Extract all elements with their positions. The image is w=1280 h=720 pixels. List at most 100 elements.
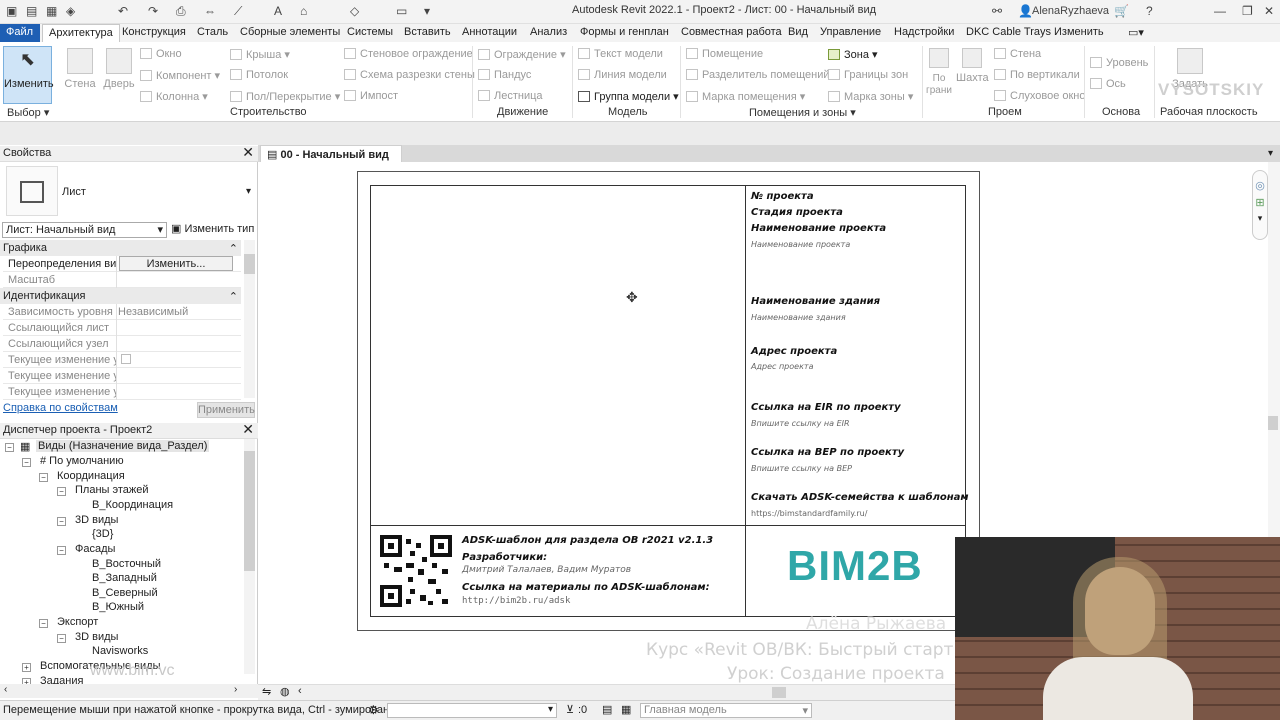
modify-button[interactable]: ⬉ Изменить (3, 46, 54, 104)
close-properties-icon[interactable]: ✕ (242, 144, 254, 161)
scroll-left-icon[interactable]: ‹ (298, 685, 302, 697)
ceiling-button[interactable]: Потолок (230, 69, 288, 81)
window-button[interactable]: Окно (140, 48, 182, 60)
category-graphics[interactable]: Графика ⌃ (0, 240, 241, 256)
property-row[interactable]: Масштаб (3, 272, 241, 288)
steering-wheel-icon[interactable]: ◎ (1253, 179, 1267, 192)
tab-precast[interactable]: Сборные элементы (240, 26, 340, 38)
curtain-wall-button[interactable]: Стеновое ограждение (344, 48, 473, 60)
navigation-bar[interactable]: ◎ ⊞ ▾ (1252, 170, 1268, 240)
tree-item[interactable]: Планы этажей (75, 484, 149, 496)
tab-menu-icon[interactable]: ▾ (1268, 148, 1273, 159)
grid-button[interactable]: Ось (1090, 78, 1126, 90)
edit-options-icon[interactable]: ▦ (621, 703, 631, 716)
door-button[interactable]: Дверь (102, 48, 136, 90)
section-icon[interactable]: ◇ (350, 4, 359, 19)
tree-item[interactable]: 3D виды (75, 631, 118, 643)
area-tag-button[interactable]: Марка зоны ▾ (828, 90, 913, 103)
filter-icon[interactable]: ⊻ (566, 703, 574, 716)
properties-help-link[interactable]: Справка по свойствам (3, 402, 118, 414)
room-separator-button[interactable]: Разделитель помещений (686, 69, 830, 81)
user-name[interactable]: AlenaRyzhaeva (1032, 4, 1109, 19)
tree-item[interactable]: 3D виды (75, 514, 118, 526)
level-button[interactable]: Уровень (1090, 57, 1148, 69)
wall-button[interactable]: Стена (62, 48, 98, 90)
design-options-icon[interactable]: ▤ (602, 703, 612, 716)
view-tab-start[interactable]: ▤ 00 - Начальный вид ✕ (260, 145, 402, 174)
instance-selector[interactable]: Лист: Начальный вид ▾ (2, 222, 167, 238)
user-icon[interactable]: 👤 (1018, 4, 1033, 19)
cart-icon[interactable]: 🛒 (1114, 4, 1129, 19)
tab-file[interactable]: Файл (0, 24, 40, 42)
tab-systems[interactable]: Системы (347, 26, 393, 38)
visual-style-icon[interactable]: ◍ (280, 685, 290, 698)
dormer-button[interactable]: Слуховое окно (994, 90, 1086, 102)
text-icon[interactable]: A (274, 4, 282, 19)
category-identity[interactable]: Идентификация ⌃ (0, 288, 241, 304)
restore-icon[interactable]: ❐ (1242, 4, 1253, 19)
tab-architecture[interactable]: Архитектура (42, 24, 120, 42)
tab-collaborate[interactable]: Совместная работа (681, 26, 782, 38)
wall-opening-button[interactable]: Стена (994, 48, 1041, 60)
property-row[interactable]: Текущее изменение у... (3, 384, 241, 400)
dropdown-icon[interactable]: ▾ (424, 4, 430, 19)
revit-logo-icon[interactable]: ▣ (6, 4, 17, 19)
3d-view-icon[interactable]: ⌂ (300, 4, 307, 19)
property-row[interactable]: Текущее изменение у... (3, 352, 241, 368)
nav-menu-icon[interactable]: ▾ (1253, 213, 1267, 224)
design-option-selector[interactable]: Главная модель ▾ (640, 703, 812, 718)
edit-type-button[interactable]: ▣ Изменить тип (171, 222, 254, 235)
component-button[interactable]: Компонент ▾ (140, 69, 220, 82)
group-room-area[interactable]: Помещения и зоны ▾ (749, 106, 856, 119)
undo-icon[interactable]: ↶ (118, 4, 128, 19)
property-row[interactable]: Ссылающийся лист (3, 320, 241, 336)
tab-view[interactable]: Вид (788, 26, 808, 38)
switch-windows-icon[interactable]: ▭ (396, 4, 407, 19)
area-boundary-button[interactable]: Границы зон (828, 69, 908, 81)
property-row[interactable]: Ссылающийся узел (3, 336, 241, 352)
zoom-icon[interactable]: ⊞ (1253, 196, 1267, 209)
minimize-icon[interactable]: — (1214, 4, 1226, 19)
save-icon[interactable]: ▦ (46, 4, 57, 19)
binoculars-icon[interactable]: ⚯ (992, 4, 1002, 19)
tab-massing[interactable]: Формы и генплан (580, 26, 669, 38)
properties-scrollbar[interactable] (244, 240, 255, 398)
property-row[interactable]: Переопределения ви... Изменить... (3, 256, 241, 272)
scale-icon[interactable]: ⇋ (262, 685, 271, 698)
floor-button[interactable]: Пол/Перекрытие ▾ (230, 90, 340, 103)
workset-selector[interactable]: ▾ (387, 703, 557, 718)
area-button[interactable]: Зона ▾ (828, 48, 878, 61)
tree-item[interactable]: В_Западный (92, 572, 157, 584)
tab-manage[interactable]: Управление (820, 26, 881, 38)
edit-overrides-button[interactable]: Изменить... (119, 256, 233, 271)
model-group-button[interactable]: Группа модели ▾ (578, 90, 679, 103)
model-line-button[interactable]: Линия модели (578, 69, 667, 81)
tree-item[interactable]: Фасады (75, 543, 115, 555)
ribbon-toggle-icon[interactable]: ▭▾ (1128, 26, 1144, 39)
curtain-grid-button[interactable]: Схема разрезки стены (344, 69, 475, 81)
stair-button[interactable]: Лестница (478, 90, 543, 102)
group-select[interactable]: Выбор ▾ (7, 106, 49, 119)
tree-item[interactable]: В_Восточный (92, 558, 161, 570)
tab-addins[interactable]: Надстройки (894, 26, 954, 38)
property-row[interactable]: Текущее изменение у... (3, 368, 241, 384)
browser-scrollbar[interactable] (244, 439, 255, 674)
tab-structure[interactable]: Конструкция (122, 26, 186, 38)
tab-dkc[interactable]: DKC Cable Trays (966, 26, 1051, 38)
tree-item[interactable]: Navisworks (92, 645, 148, 657)
tab-modify[interactable]: Изменить (1054, 26, 1104, 38)
tree-item[interactable]: Координация (57, 470, 125, 482)
model-text-button[interactable]: Текст модели (578, 48, 663, 60)
sync-icon[interactable]: ◈ (66, 4, 75, 19)
revision-checkbox[interactable] (121, 354, 131, 364)
close-window-icon[interactable]: ✕ (1264, 4, 1274, 19)
measure-icon[interactable]: ⇔ (204, 4, 216, 19)
tree-item[interactable]: {3D} (92, 528, 113, 540)
print-icon[interactable]: ⎙ (176, 4, 186, 19)
room-button[interactable]: Помещение (686, 48, 763, 60)
dimension-icon[interactable]: ⟋ (234, 4, 242, 19)
tab-steel[interactable]: Сталь (197, 26, 228, 38)
tab-analyze[interactable]: Анализ (530, 26, 567, 38)
tree-item[interactable]: В_Координация (92, 499, 173, 511)
tree-item[interactable]: # По умолчанию (40, 455, 124, 467)
